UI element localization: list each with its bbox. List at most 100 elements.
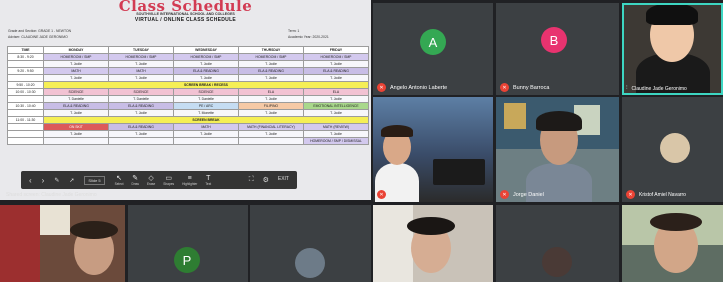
schedule-cell: PE / ARC [173,102,239,110]
schedule-time-cell: 8:30 - 9:20 [7,53,44,61]
toolbar-text-button[interactable]: T Text [205,175,211,186]
person-hair [70,221,118,239]
schedule-column-header: MONDAY [43,46,109,54]
schedule-cell: T. Jodie [43,60,109,68]
schedule-row: ON SKIT ELA & READING MATH MATH (FINANCIAL … [7,123,369,131]
schedule-column-header: TIME [7,46,44,54]
participant-tile-f[interactable]: ✕ Kristof Amiel Navarro [622,97,723,202]
schedule-row: HOMEROOM / SMP / DISMISSAL [7,137,369,145]
schedule-cell: T. Jodie [303,95,369,103]
schedule-cell: T. Jodie [303,109,369,117]
toolbar-button-label: Highlighter [182,181,198,186]
schedule-cell: SCREEN BREAK [43,116,369,124]
schedule-cell: HOMEROOM / SMP [108,53,174,61]
participant-avatar: P [174,247,200,273]
participant-tile-h[interactable]: P [128,205,248,282]
schedule-cell: T. Jodie [173,60,239,68]
pen-icon[interactable]: ✎ [54,177,59,184]
schedule-cell: SCIENCE [173,88,239,96]
participant-photo-avatar [295,248,325,278]
zoom-select[interactable]: Slide 5 [84,175,105,185]
schedule-cell: HOMEROOM / SMP [43,53,109,61]
pointer-icon[interactable]: ➚ [69,177,74,184]
toolbar-shapes-button[interactable]: ▭ Shapes [163,175,174,186]
participant-name: ✕ Kristof Amiel Navarro [626,190,686,199]
participant-tile-j[interactable] [373,205,493,282]
schedule-cell: MATH [173,123,239,131]
toolbar-select-button[interactable]: ↖ Select [115,175,124,186]
schedule-row: 9:20 - 9:50 MATH MATH ELA & READING ELA & RE… [7,67,369,75]
participant-tile-b[interactable]: B ✕ Bunny Barroca [496,3,619,95]
schedule-cell: SCIENCE [108,88,174,96]
participant-tile-c[interactable]: ⫶ Claudine Jade Geronimo [622,3,723,95]
participant-tile-e[interactable]: ✕ Jorge Daniel [496,97,619,202]
mic-muted-icon: ✕ [377,190,386,199]
fullscreen-icon[interactable]: ⛶ [249,176,254,184]
schedule-cell: HOMEROOM / SMP / DISMISSAL [303,137,369,145]
schedule-time-cell: 11:00 - 11:30 [7,116,44,124]
schedule-time-cell [7,95,44,103]
schedule-time-cell [7,137,44,145]
piano-shape [433,159,485,185]
schedule-cell: ELA [238,88,304,96]
schedule-cell [108,137,174,145]
participant-name: ✕ [377,190,386,199]
toolbar-highlighter-button[interactable]: ≡ Highlighter [182,175,197,186]
toolbar-button-label: Draw [131,181,139,186]
toolbar-right: ⛶ ⚙ EXIT [249,176,289,184]
person-hair [381,125,413,137]
participant-name: ✕ Jorge Daniel [500,190,544,199]
participant-tile-k[interactable] [496,205,619,282]
schedule-cell: ELA & READING [173,67,239,75]
schedule-cell: ELA & READING [108,123,174,131]
participant-tile-g[interactable] [0,205,125,282]
toolbar-erase-button[interactable]: ◇ Erase [147,175,155,186]
schedule-cell: ELA & READING [303,67,369,75]
background-curtain [0,205,40,282]
schedule-time-cell [7,60,44,68]
meeting-stage: Class Schedule SOUTHVILLE INTERNATIONAL … [0,0,723,282]
participant-avatar: B [541,27,567,53]
schedule-cell: T. Danielle [108,95,174,103]
schedule-meta-term: Term: 1 [288,29,300,33]
schedule-cell: MATH (FINANCIAL LITERACY) [238,123,304,131]
shared-screen[interactable]: Class Schedule SOUTHVILLE INTERNATIONAL … [0,0,371,200]
schedule-cell: T. Danielle [173,95,239,103]
schedule-row: 9:50 - 10:20 SCREEN BREAK / RECESS [7,81,369,89]
settings-icon[interactable]: ⚙ [263,176,269,184]
schedule-cell: T. Jodie [108,130,174,138]
schedule-cell: ELA & READING [108,102,174,110]
prev-icon[interactable]: ‹ [29,176,32,185]
schedule-row: 10:00 - 10:30 SCIENCE SCIENCE SCIENCE ELA ELA [7,88,369,96]
annotation-toolbar: ‹ › ✎ ➚ Slide 5 ↖ Select ✎ Draw ◇ Erase ▭ Shape… [21,171,297,189]
participant-avatar: A [420,29,446,55]
toolbar-draw-button[interactable]: ✎ Draw [132,175,139,186]
schedule-meta-year: Academic Year: 2020-2021 [288,35,329,39]
exit-button[interactable]: EXIT [278,176,289,184]
schedule-row: T. Jodie T. Jodie T. Jodie T. Jodie T. Jodie [7,74,369,82]
share-caption: Shared screen: Claudine Jade Geronimo [6,192,97,198]
participant-tile-a[interactable]: A ✕ Angelo Antonio Laberte [373,3,493,95]
schedule-cell: MATH [108,67,174,75]
schedule-cell: T. Jodie [238,74,304,82]
background-wall [373,205,413,282]
mic-muted-icon: ✕ [377,83,386,92]
schedule-time-cell [7,109,44,117]
schedule-column-header: THURSDAY [238,46,304,54]
toolbar-button-label: Erase [146,181,156,186]
participant-tile-d[interactable]: ✕ [373,97,493,202]
schedule-cell: T. Jodie [303,130,369,138]
schedule-cell: MATH (REVIEW) [303,123,369,131]
participant-tile-l[interactable] [622,205,723,282]
schedule-cell: T. Jodie [173,74,239,82]
toolbar-button-label: Shapes [163,181,175,186]
schedule-cell: SCREEN BREAK / RECESS [43,81,369,89]
schedule-cell: T. Jodie [43,130,109,138]
shapes-icon: ▭ [165,174,172,182]
schedule-cell: FILIPINO [238,102,304,110]
schedule-cell: ELA [303,88,369,96]
next-icon[interactable]: › [42,176,45,185]
schedule-cell [43,137,109,145]
mic-muted-icon: ✕ [500,83,509,92]
participant-tile-i[interactable] [250,205,371,282]
